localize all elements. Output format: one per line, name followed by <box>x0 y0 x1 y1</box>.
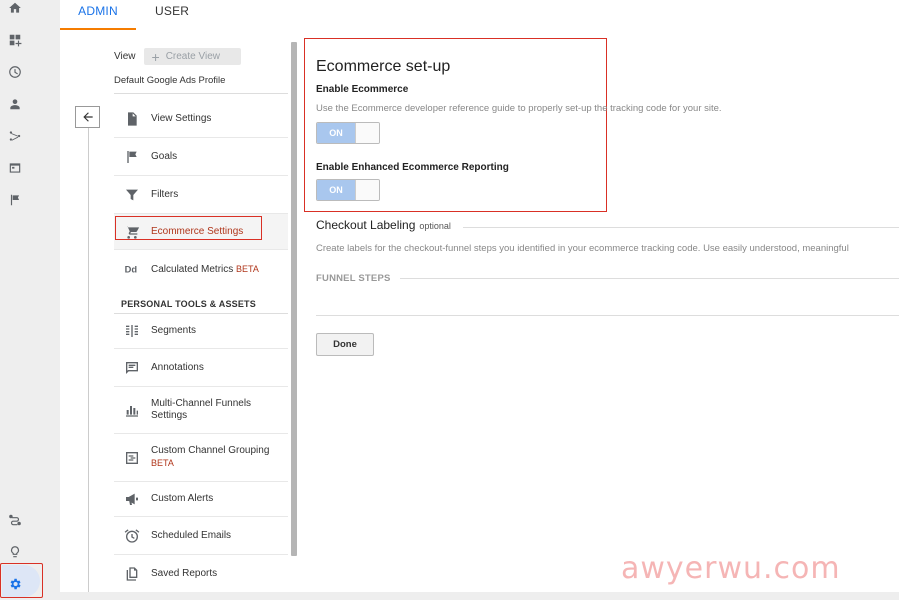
ecommerce-highlight-box <box>115 216 262 240</box>
content-divider <box>316 315 899 316</box>
create-view-button[interactable]: + Create View <box>143 48 241 65</box>
tab-admin[interactable]: ADMIN <box>60 0 136 30</box>
filter-icon <box>122 185 142 205</box>
nav-item-annotations[interactable]: Annotations <box>114 349 288 387</box>
checkout-labeling-text: Checkout Labeling <box>316 218 416 232</box>
saved-report-icon <box>122 564 142 584</box>
nav-item-calculated-metrics[interactable]: Dd Calculated Metrics BETA <box>114 250 288 288</box>
toggle-knob <box>355 180 379 200</box>
nav-item-saved-reports[interactable]: Saved Reports <box>114 555 288 592</box>
alarm-clock-icon <box>122 526 142 546</box>
nav-item-label: Segments <box>151 325 197 336</box>
document-icon <box>122 109 142 129</box>
calculated-metrics-text: Calculated Metrics <box>151 263 234 275</box>
home-icon[interactable] <box>7 0 23 16</box>
conversions-flag-icon[interactable] <box>7 192 23 208</box>
nav-item-segments[interactable]: Segments <box>114 314 288 349</box>
audience-person-icon[interactable] <box>7 96 23 112</box>
nav-item-label: Annotations <box>151 361 204 373</box>
nav-item-label: Filters <box>151 188 179 200</box>
create-view-label: Create View <box>165 51 220 62</box>
behavior-icon[interactable] <box>7 160 23 176</box>
flag-icon <box>122 147 142 167</box>
beta-badge: BETA <box>236 263 259 274</box>
top-tabs: ADMIN USER <box>60 0 899 30</box>
segments-icon <box>122 321 142 341</box>
ecommerce-content: Ecommerce set-up Enable Ecommerce Use th… <box>304 30 899 592</box>
funnel-divider <box>400 278 899 279</box>
section-title-personal-tools: PERSONAL TOOLS & ASSETS <box>121 299 256 309</box>
view-row: View + Create View <box>114 48 241 65</box>
admin-highlight-box <box>0 563 43 598</box>
nav-divider <box>88 128 89 592</box>
enable-ecommerce-description: Use the Ecommerce developer reference gu… <box>316 103 722 114</box>
lightbulb-icon[interactable] <box>7 544 23 560</box>
nav-item-label: Custom Alerts <box>151 493 214 504</box>
realtime-clock-icon[interactable] <box>7 64 23 80</box>
custom-channel-grouping-text: Custom Channel Grouping <box>151 445 270 456</box>
done-button[interactable]: Done <box>316 333 374 356</box>
nav-item-custom-channel-grouping[interactable]: Custom Channel Grouping BETA <box>114 434 288 482</box>
nav-item-label: Custom Channel Grouping BETA <box>151 445 269 470</box>
annotation-icon <box>122 358 142 378</box>
plus-icon: + <box>151 48 160 65</box>
nav-scrollbar[interactable] <box>291 42 297 556</box>
view-nav: View + Create View Default Google Ads Pr… <box>60 30 300 592</box>
enhanced-ecommerce-toggle[interactable]: ON <box>316 179 380 201</box>
tab-user[interactable]: USER <box>155 0 189 30</box>
optional-tag: optional <box>419 221 451 231</box>
arrow-left-icon <box>82 112 93 122</box>
left-rail <box>0 0 43 600</box>
enhanced-ecommerce-label: Enable Enhanced Ecommerce Reporting <box>316 162 509 173</box>
toggle-on-label: ON <box>317 123 355 143</box>
bar-chart-icon <box>122 400 142 420</box>
funnel-steps-label: FUNNEL STEPS <box>316 273 391 284</box>
back-button[interactable] <box>75 106 100 128</box>
channel-grouping-icon <box>122 448 142 468</box>
enable-ecommerce-label: Enable Ecommerce <box>316 84 409 95</box>
acquisition-icon[interactable] <box>7 128 23 144</box>
nav-item-label: Saved Reports <box>151 567 218 579</box>
nav-item-goals[interactable]: Goals <box>114 138 288 176</box>
page-title: Ecommerce set-up <box>316 58 451 75</box>
main-panel: ADMIN USER View + Create View Default Go… <box>60 0 899 592</box>
nav-item-label: Calculated Metrics BETA <box>151 263 259 276</box>
attribution-icon[interactable] <box>7 512 23 528</box>
nav-item-view-settings[interactable]: View Settings <box>114 100 288 138</box>
nav-item-label: Scheduled Emails <box>151 529 232 541</box>
nav-item-label: Multi-Channel Funnels Settings <box>151 398 252 421</box>
nav-item-multi-channel-funnels[interactable]: Multi-Channel Funnels Settings <box>114 387 288 434</box>
beta-badge: BETA <box>151 458 174 468</box>
checkout-labeling-title: Checkout Labeling optional <box>316 218 451 232</box>
view-label: View <box>114 51 136 62</box>
watermark: awyerwu.com <box>621 551 841 586</box>
nav-item-label: View Settings <box>151 112 212 124</box>
nav-item-label: Goals <box>151 150 178 162</box>
megaphone-icon <box>122 489 142 509</box>
nav-item-filters[interactable]: Filters <box>114 176 288 214</box>
checkout-labeling-description: Create labels for the checkout-funnel st… <box>316 243 849 254</box>
nav-item-custom-alerts[interactable]: Custom Alerts <box>114 482 288 517</box>
enable-ecommerce-toggle[interactable]: ON <box>316 122 380 144</box>
toggle-on-label: ON <box>317 180 355 200</box>
svg-text:Dd: Dd <box>125 264 138 274</box>
toggle-knob <box>355 123 379 143</box>
view-profile-selector[interactable]: Default Google Ads Profile <box>114 75 288 94</box>
calculated-metrics-icon: Dd <box>122 259 142 279</box>
checkout-divider <box>463 227 899 228</box>
nav-item-scheduled-emails[interactable]: Scheduled Emails <box>114 517 288 555</box>
customization-icon[interactable] <box>7 32 23 48</box>
